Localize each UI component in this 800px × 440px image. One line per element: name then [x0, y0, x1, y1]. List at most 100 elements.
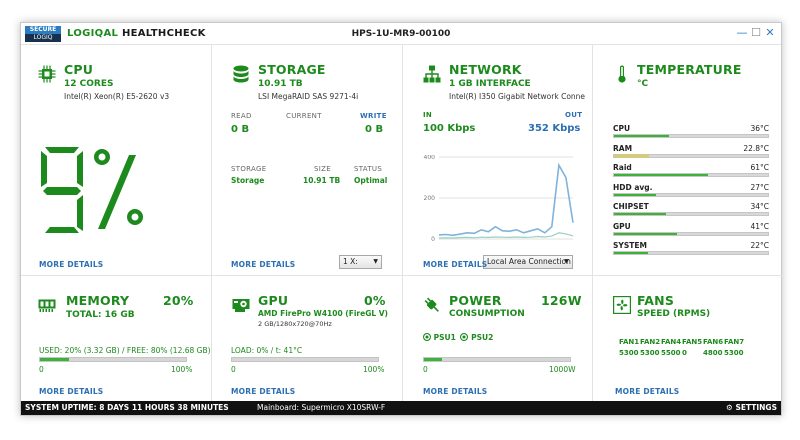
psu2-radio[interactable] — [460, 333, 469, 341]
cpu-more-details-link[interactable]: MORE DETAILS — [39, 260, 103, 269]
y-tick-label: 0 — [431, 236, 435, 243]
storage-row-size: 10.91 TB — [303, 176, 341, 185]
read-label: READ — [231, 112, 252, 120]
temperature-row-name: RAM — [613, 143, 633, 153]
memory-more-details-link[interactable]: MORE DETAILS — [39, 387, 103, 396]
fan-rpm-value: 5300 — [619, 349, 639, 357]
fans-more-details-link[interactable]: MORE DETAILS — [615, 387, 679, 396]
memory-title: MEMORY — [66, 293, 130, 308]
status-bar: SYSTEM UPTIME: 8 DAYS 11 HOURS 38 MINUTE… — [21, 401, 781, 415]
temperature-row-value: 34°C — [750, 202, 769, 211]
power-bar — [423, 357, 571, 362]
fan-name: FAN2 — [640, 338, 661, 346]
power-more-details-link[interactable]: MORE DETAILS — [423, 387, 487, 396]
network-adapter: Intel(R) I350 Gigabit Network Conne — [449, 92, 586, 101]
memory-usage-bar — [39, 357, 187, 362]
fans-subtitle: SPEED (RPMS) — [637, 309, 711, 319]
gpu-title: GPU — [258, 293, 289, 308]
close-button[interactable]: ✕ — [763, 26, 777, 39]
fan-rpm-value: 0 — [682, 349, 687, 357]
app-window: SECURE LOGIQ LOGIQAL HEALTHCHECK HPS-1U-… — [20, 22, 783, 416]
maximize-button[interactable]: ☐ — [749, 26, 763, 39]
storage-title: STORAGE — [258, 62, 326, 77]
network-panel: NETWORK 1 GB INTERFACE Intel(R) I350 Gig… — [403, 45, 593, 276]
current-label: CURRENT — [286, 112, 322, 120]
securelogiq-logo: SECURE LOGIQ — [25, 26, 61, 42]
settings-label: SETTINGS — [735, 403, 777, 412]
power-watts: 126W — [541, 293, 582, 308]
storage-controller: LSI MegaRAID SAS 9271-4i — [258, 92, 359, 101]
app-title: LOGIQAL HEALTHCHECK — [67, 28, 206, 39]
temperature-row-bar — [613, 173, 769, 177]
fan-rpm-value: 5300 — [640, 349, 660, 357]
storage-select-value: 1 X: — [343, 257, 358, 266]
col-status-header: STATUS — [354, 165, 383, 173]
minimize-button[interactable]: — — [735, 26, 749, 39]
temperature-row-bar — [613, 134, 769, 138]
col-storage-header: STORAGE — [231, 165, 267, 173]
cpu-panel: CPU 12 CORES Intel(R) Xeon(R) E5-2620 v3… — [21, 45, 212, 276]
storage-panel: STORAGE 10.91 TB LSI MegaRAID SAS 9271-4… — [212, 45, 403, 276]
fan-values-row: 5300 5300 5500 0 4800 5300 — [619, 349, 745, 357]
storage-more-details-link[interactable]: MORE DETAILS — [231, 260, 295, 269]
temperature-row-fill — [614, 193, 656, 196]
fan-names-row: FAN1FAN2FAN4FAN5FAN6FAN7 — [619, 338, 745, 346]
chevron-down-icon: ▼ — [373, 258, 378, 265]
memory-bar-max: 100% — [171, 365, 193, 374]
network-topology-icon — [423, 65, 441, 83]
cpu-model: Intel(R) Xeon(R) E5-2620 v3 — [64, 92, 170, 101]
temperature-row-name: Raid — [613, 163, 632, 172]
temperature-row-fill — [614, 154, 650, 157]
gpu-load-bar — [231, 357, 379, 362]
memory-percent: 20% — [163, 293, 194, 308]
network-interface: 1 GB INTERFACE — [449, 79, 531, 89]
temperature-row-bar — [613, 153, 769, 158]
logo-top-text: SECURE — [25, 26, 61, 34]
temperature-row-value: 36°C — [750, 124, 769, 133]
gpu-bar-min: 0 — [231, 365, 236, 374]
net-in-label: IN — [423, 111, 433, 119]
fan-name: FAN6 — [703, 338, 724, 346]
psu1-radio[interactable] — [423, 333, 431, 341]
temperature-title: TEMPERATURE — [637, 62, 742, 77]
temperature-row-name: CPU — [613, 124, 631, 133]
y-tick-label: 200 — [424, 195, 436, 202]
read-value: 0 B — [231, 124, 250, 135]
temperature-row-fill — [614, 232, 678, 235]
power-bar-max: 1000W — [549, 365, 576, 374]
net-out-label: OUT — [565, 111, 583, 119]
temperature-row-bar — [613, 231, 769, 236]
network-select-value: Local Area Connection — [487, 257, 571, 266]
gpu-more-details-link[interactable]: MORE DETAILS — [231, 387, 295, 396]
temperature-row-name: HDD avg. — [613, 182, 653, 192]
settings-button[interactable]: ⚙ SETTINGS — [726, 401, 777, 415]
power-subtitle: CONSUMPTION — [449, 309, 525, 319]
temperature-row-name: GPU — [613, 221, 631, 231]
storage-row-status: Optimal — [354, 176, 388, 185]
series-line-out — [438, 162, 574, 237]
fan-name: FAN5 — [682, 338, 703, 346]
fan-rpm-value: 5500 — [661, 349, 681, 357]
gpu-bar-max: 100% — [363, 365, 385, 374]
psu-selector: PSU1 PSU2 — [423, 333, 493, 342]
temperature-row-name: CHIPSET — [613, 202, 649, 211]
gpu-panel: GPU 0% AMD FirePro W4100 (FireGL V) 2 GB… — [212, 276, 403, 402]
system-uptime: SYSTEM UPTIME: 8 DAYS 11 HOURS 38 MINUTE… — [25, 403, 229, 412]
power-title: POWER — [449, 293, 502, 308]
fan-rpm-value: 4800 — [703, 349, 723, 357]
network-adapter-select[interactable]: Local Area Connection ▼ — [483, 255, 573, 269]
temperature-row-value: 27°C — [750, 182, 769, 192]
gpu-model: AMD FirePro W4100 (FireGL V) — [258, 309, 388, 318]
net-out-value: 352 Kbps — [528, 123, 581, 134]
gear-icon: ⚙ — [726, 403, 733, 412]
temperature-row-fill — [614, 174, 708, 176]
temperature-unit: °C — [637, 79, 649, 89]
temperature-row-value: 22.8°C — [743, 143, 769, 153]
storage-drive-select[interactable]: 1 X: ▼ — [339, 255, 382, 269]
fan-rpm-value: 5300 — [724, 349, 744, 357]
psu2-label: PSU2 — [471, 333, 494, 342]
cpu-usage-display — [41, 147, 143, 233]
chevron-down-icon: ▼ — [564, 258, 569, 265]
gpu-load-text: LOAD: 0% / t: 41°C — [231, 346, 303, 355]
network-more-details-link[interactable]: MORE DETAILS — [423, 260, 487, 269]
